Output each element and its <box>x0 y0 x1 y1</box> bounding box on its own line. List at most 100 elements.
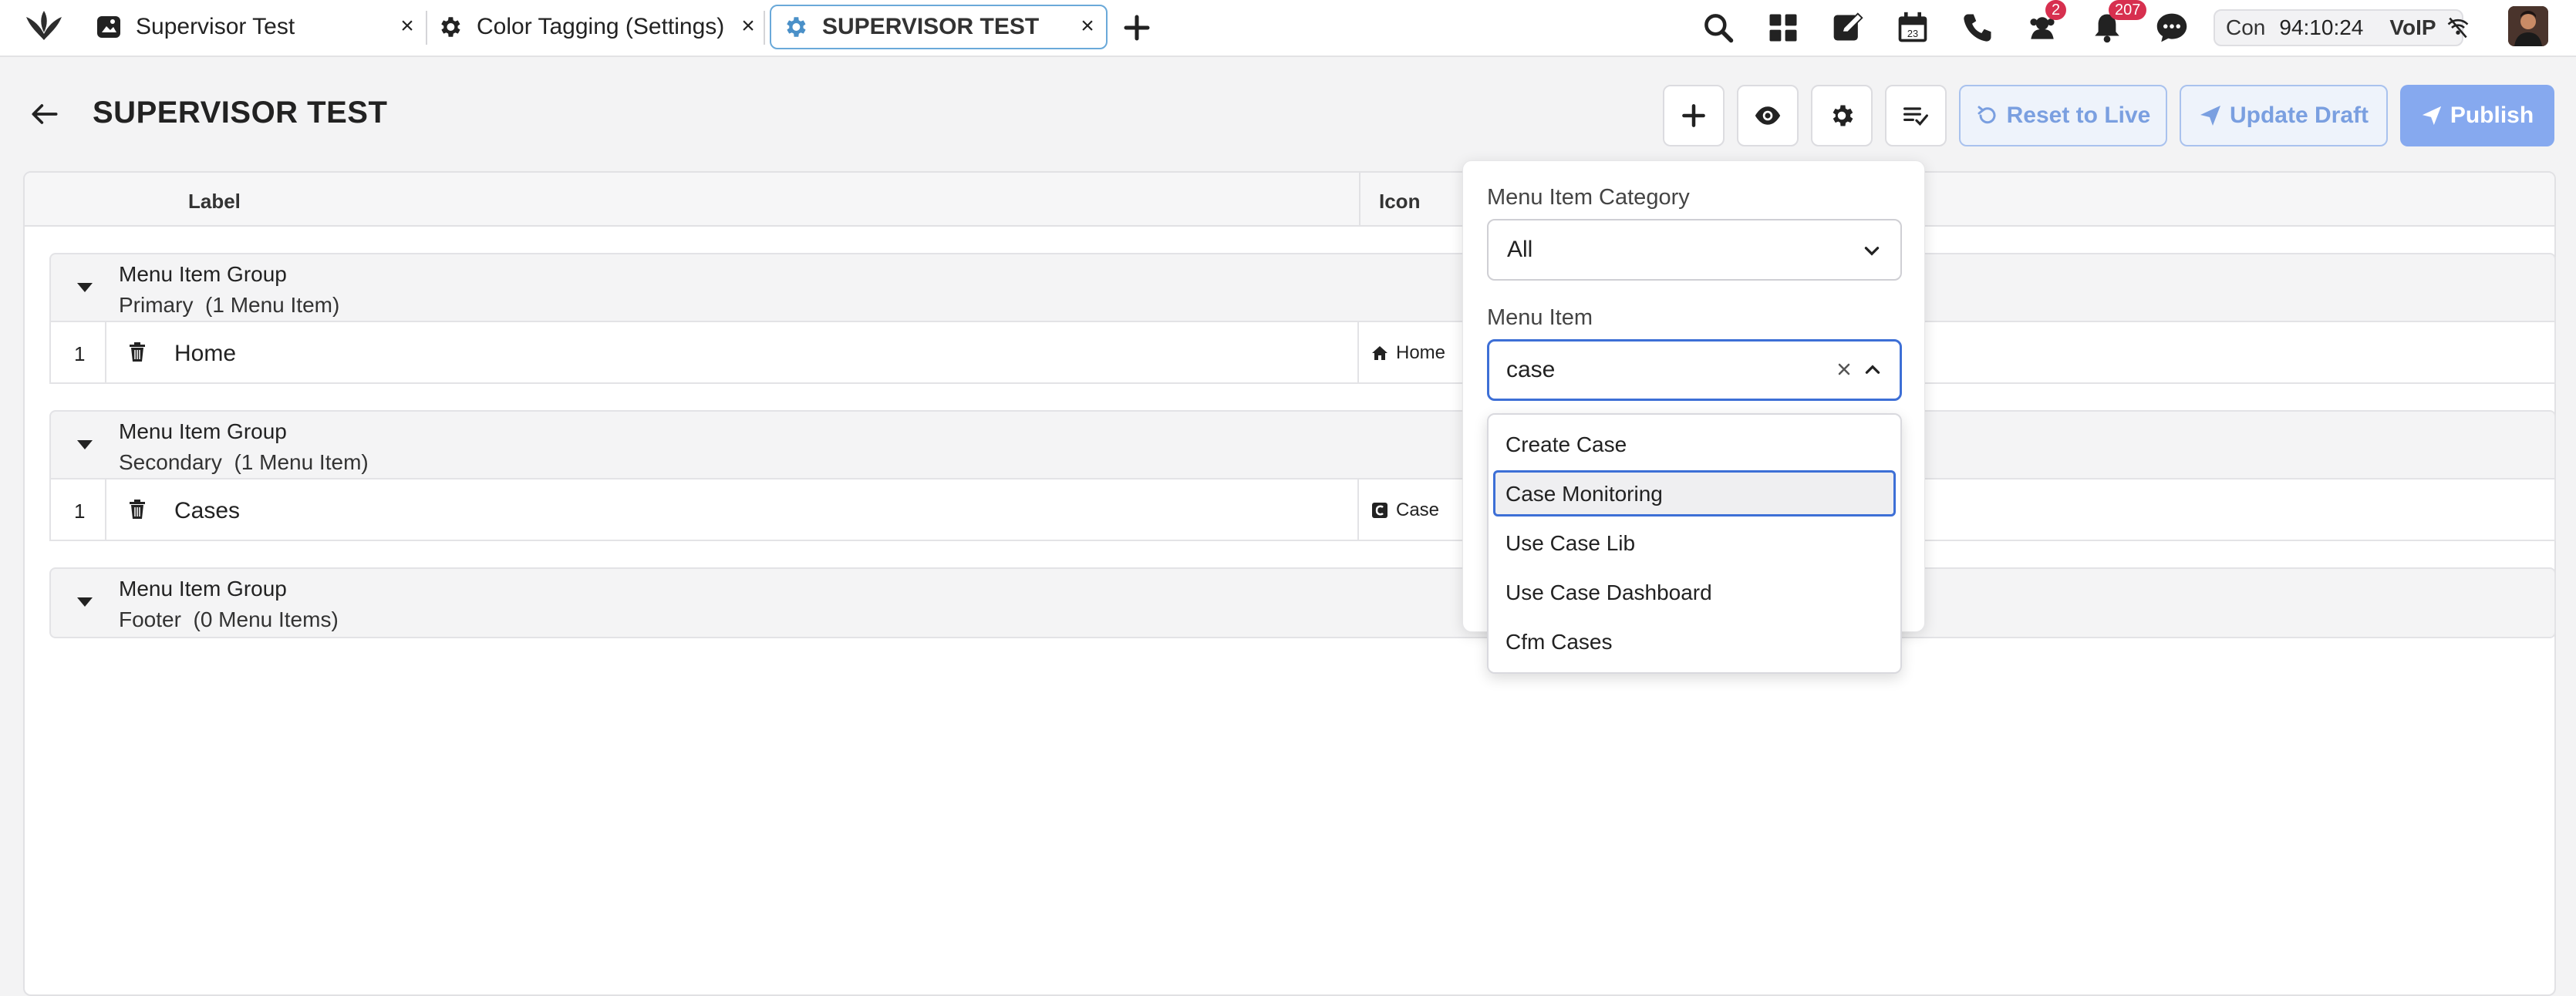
list-check-icon <box>1903 107 1928 126</box>
publish-button[interactable]: Publish <box>2400 85 2554 146</box>
option-create-case[interactable]: Create Case <box>1505 432 1627 457</box>
send-icon <box>2200 106 2220 126</box>
edit-note-icon[interactable] <box>1829 9 1866 46</box>
page-title: SUPERVISOR TEST <box>93 96 388 130</box>
tasks-badge: 2 <box>2045 0 2067 20</box>
row-label: Cases <box>174 498 241 523</box>
row-divider <box>1357 322 1359 382</box>
status-timer: 94:10:24 <box>2279 15 2364 39</box>
group-subtitle: Primary (1 Menu Item) <box>119 293 339 318</box>
home-icon <box>1372 346 1387 360</box>
group-subtitle: Secondary (1 Menu Item) <box>119 450 369 475</box>
table-row[interactable] <box>49 479 2556 541</box>
status-label: Con <box>2226 15 2266 39</box>
notifications-badge: 207 <box>2109 0 2147 20</box>
trash-icon[interactable] <box>128 342 147 362</box>
voip-label: VoIP <box>2389 15 2436 39</box>
plus-icon <box>1682 104 1705 127</box>
menu-item-label: Menu Item <box>1487 305 1593 330</box>
column-icon-header: Icon <box>1379 190 1421 213</box>
update-label: Update Draft <box>2229 103 2369 128</box>
icon-text: Home <box>1396 342 1446 363</box>
preview-button[interactable] <box>1737 85 1799 146</box>
column-label-header: Label <box>188 190 241 213</box>
menu-item-category-select[interactable]: All <box>1487 219 1902 281</box>
menu-item-category-label: Menu Item Category <box>1487 185 1690 210</box>
option-use-case-lib[interactable]: Use Case Lib <box>1505 531 1635 556</box>
group-count: (1 Menu Item) <box>205 293 340 317</box>
group-title: Menu Item Group <box>119 419 287 443</box>
category-value: All <box>1507 237 1533 262</box>
settings-button[interactable] <box>1811 85 1873 146</box>
eye-icon <box>1755 106 1781 125</box>
tab-close-button[interactable]: × <box>734 11 762 42</box>
chevron-down-icon <box>1862 241 1882 261</box>
add-button[interactable] <box>1663 85 1725 146</box>
tab-color-tagging-settings[interactable]: Color Tagging (Settings) <box>437 5 745 49</box>
menu-item-group-footer <box>49 567 2556 638</box>
tab-divider <box>426 11 427 45</box>
table-row[interactable] <box>49 322 2556 384</box>
row-divider <box>105 322 106 382</box>
clear-icon[interactable] <box>1835 360 1853 379</box>
collapse-caret-icon[interactable] <box>77 283 93 292</box>
calendar-icon[interactable]: 23 <box>1894 9 1931 46</box>
reset-icon <box>1978 106 1996 124</box>
group-subtitle: Footer (0 Menu Items) <box>119 607 339 632</box>
option-cfm-cases[interactable]: Cfm Cases <box>1505 630 1612 654</box>
row-number: 1 <box>74 342 86 365</box>
tab-divider <box>764 11 765 45</box>
group-name: Footer <box>119 607 181 631</box>
group-title: Menu Item Group <box>119 577 287 601</box>
tab-label: Color Tagging (Settings) <box>477 14 725 39</box>
table-header <box>25 173 2554 227</box>
send-icon <box>2422 106 2441 126</box>
tab-label: SUPERVISOR TEST <box>822 14 1040 39</box>
update-draft-button[interactable]: Update Draft <box>2180 85 2388 146</box>
trash-icon[interactable] <box>128 500 147 520</box>
gear-icon <box>437 14 463 40</box>
collapse-caret-icon[interactable] <box>77 597 93 607</box>
menu-item-search-input[interactable]: case <box>1487 339 1902 401</box>
tab-supervisor-test-active[interactable]: SUPERVISOR TEST <box>770 5 1108 49</box>
apps-grid-icon[interactable] <box>1765 9 1802 46</box>
option-use-case-dashboard[interactable]: Use Case Dashboard <box>1505 580 1712 605</box>
group-count: (0 Menu Items) <box>193 607 339 631</box>
user-avatar[interactable] <box>2508 6 2548 46</box>
chat-icon[interactable] <box>2153 9 2190 46</box>
search-icon[interactable] <box>1700 9 1737 46</box>
gear-icon <box>782 14 808 40</box>
option-case-monitoring[interactable]: Case Monitoring <box>1505 482 1663 506</box>
group-title: Menu Item Group <box>119 262 287 286</box>
image-tab-icon <box>96 14 122 40</box>
publish-label: Publish <box>2450 103 2534 128</box>
agent-status-box[interactable]: Con 94:10:24 VoIP <box>2214 9 2468 46</box>
icon-cell: Case <box>1371 500 1439 521</box>
phone-icon[interactable] <box>1959 9 1996 46</box>
menu-item-input-value: case <box>1506 357 1556 382</box>
tab-close-button[interactable]: × <box>1074 11 1101 42</box>
reset-label: Reset to Live <box>2006 103 2151 128</box>
reset-to-live-button[interactable]: Reset to Live <box>1959 85 2167 146</box>
new-tab-plus-icon[interactable] <box>1120 11 1154 45</box>
menu-item-group-primary <box>49 253 2556 322</box>
icon-cell: Home <box>1371 342 1445 364</box>
sort-checklist-button[interactable] <box>1885 85 1947 146</box>
case-icon <box>1372 503 1387 518</box>
chevron-up-icon[interactable] <box>1863 360 1883 380</box>
group-name: Secondary <box>119 450 222 474</box>
icon-text: Case <box>1396 500 1440 520</box>
row-label: Home <box>174 341 237 366</box>
group-count: (1 Menu Item) <box>234 450 369 474</box>
collapse-caret-icon[interactable] <box>77 440 93 449</box>
app-logo-icon[interactable] <box>23 9 65 45</box>
tab-label: Supervisor Test <box>136 14 295 39</box>
svg-text:23: 23 <box>1907 28 1918 39</box>
group-name: Primary <box>119 293 194 317</box>
back-arrow-icon[interactable] <box>28 97 65 134</box>
gear-icon <box>1833 105 1853 126</box>
row-divider <box>105 479 106 540</box>
tab-supervisor-test[interactable]: Supervisor Test <box>96 5 389 49</box>
tab-close-button[interactable]: × <box>393 11 421 42</box>
wifi-off-icon <box>2446 15 2470 40</box>
